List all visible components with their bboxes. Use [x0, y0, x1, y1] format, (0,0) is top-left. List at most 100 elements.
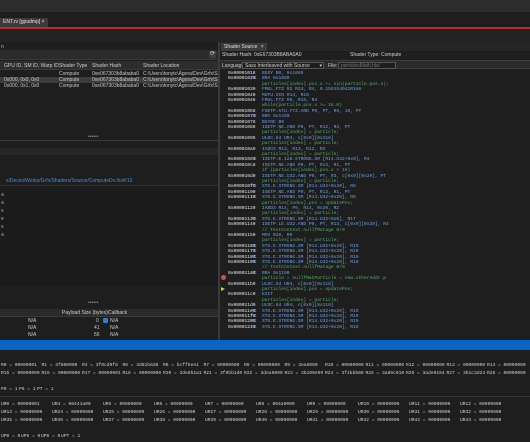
register-value[interactable]: UR8 = 004a0000	[256, 402, 295, 407]
register-value[interactable]: UR9 = 00000000	[307, 402, 346, 407]
register-value[interactable]: UR25 = 00000000	[103, 410, 144, 415]
source-line[interactable]: particles[index] = particle;	[220, 238, 530, 243]
refresh-icon[interactable]: ⟳	[209, 51, 216, 58]
column-header-payload-size[interactable]: Payload Size (bytes)	[62, 310, 108, 316]
register-value[interactable]: UR26 = 00000000	[154, 410, 195, 415]
register-value[interactable]: UR5 = 00000000	[103, 402, 142, 407]
register-value[interactable]: UR32 = 00000000	[460, 410, 501, 415]
register-value[interactable]: R9 = 3ea6000	[285, 363, 318, 368]
register-value[interactable]: R10 = 00000000	[325, 363, 364, 368]
language-select[interactable]: Sass Interleaved with Source ▾	[242, 62, 324, 69]
instruction-line[interactable]: 0x00001020 PC BRA 0x1080	[220, 76, 530, 81]
table-row[interactable]: 0x000, 0x1, 0x0 Compute 0xe067303b8ababa…	[0, 83, 233, 89]
register-value[interactable]: UP6 = 0	[41, 434, 60, 439]
register-value[interactable]: R7 = 00000000	[204, 363, 240, 368]
instruction-line[interactable]: 0x000010d0 ISETP.NE.U32.AND P0, PT, R3, c…	[220, 174, 530, 179]
document-tab[interactable]: ENT.rv [gpudmp] ×	[0, 18, 48, 27]
register-value[interactable]: UR6 = 00000000	[154, 402, 193, 407]
register-value[interactable]: UR11 = 00000000	[409, 402, 450, 407]
register-value[interactable]: UR31 = 00000000	[409, 410, 450, 415]
register-value[interactable]: UR30 = 00000000	[358, 410, 399, 415]
column-header-shader-location[interactable]: Shader Location	[143, 63, 179, 69]
close-icon[interactable]: ×	[261, 44, 264, 50]
source-line[interactable]: particles[index] = particle;	[220, 141, 530, 146]
source-location-link[interactable]: s/DeviceWorks/Grfx/Shaders/Source/Comput…	[6, 178, 132, 184]
register-value[interactable]: UR27 = 00000000	[205, 410, 246, 415]
register-value[interactable]: UR36 = 00000000	[52, 418, 93, 423]
register-value[interactable]: UR24 = 00000000	[52, 410, 93, 415]
instruction-line[interactable]: 0x000010c0 PC ISETP.E.128.STRONG.SM [R14.U…	[220, 157, 530, 162]
source-line[interactable]: // TestContext.nullfMatage 0/0	[220, 265, 530, 270]
instruction-line[interactable]: 0x000011d0 ULDC.64 UR4, c[0x0][0x118]	[220, 303, 530, 308]
register-value[interactable]: UR4 = 00441a00	[52, 402, 91, 407]
register-value[interactable]: UR37 = 00000000	[103, 418, 144, 423]
source-line[interactable]: if (particles[index].pos.x > 16)	[220, 168, 530, 173]
column-header-callback[interactable]: Callback	[108, 310, 127, 316]
register-value[interactable]: R5 = 3d81b6d8	[123, 363, 159, 368]
instruction-line[interactable]: 0x00001210 PC STG.E.STRONG.SM [R14.U32+0x2…	[220, 325, 530, 330]
register-value[interactable]: R14 = 00000000	[487, 363, 526, 368]
register-value[interactable]: R16 = 00000000	[42, 371, 81, 376]
register-value[interactable]: UR44 = 00000000	[460, 418, 501, 423]
register-value[interactable]: UR7 = 00000000	[205, 402, 244, 407]
column-header-ids[interactable]: GPU ID, SM ID, Warp ID	[4, 63, 59, 69]
file-select[interactable]: particlesMath.hlsl	[338, 62, 396, 69]
register-value[interactable]: R27 = 3b1c3d24	[447, 371, 486, 376]
register-value[interactable]: R8 = 00000000	[244, 363, 280, 368]
register-value[interactable]: R28 = 00000000	[487, 371, 526, 376]
instruction-line[interactable]: 0x00001140 ISETP.LE.U32.AND P0, PT, R13, …	[220, 222, 530, 227]
register-value[interactable]: R24 = 3f4bbb08	[325, 371, 364, 376]
tab-shader-source[interactable]: Shader Source ×	[221, 43, 267, 51]
register-value[interactable]: R1 = 3f800000	[42, 363, 78, 368]
instruction-line[interactable]: 0x000010a0 IADD3 R13, R13, R12, RZ	[220, 147, 530, 152]
source-line[interactable]: while(particle.pos.x >= 16.0)	[220, 103, 530, 108]
register-value[interactable]: UR42 = 00000000	[358, 418, 399, 423]
register-value[interactable]: R25 = 3a89c010	[366, 371, 405, 376]
register-value[interactable]: R20 = 3de8b1a1	[163, 371, 202, 376]
register-value[interactable]: R4 = 3f0cd9f8	[82, 363, 118, 368]
source-line[interactable]: particle = nullfMatParticle = new.otherA…	[220, 276, 530, 281]
source-line[interactable]: // TestContext.nullfMatage 0/0	[220, 228, 530, 233]
instruction-line[interactable]: 0x00001040 MUFU.SIN R14, R18	[220, 93, 530, 98]
instruction-line[interactable]: 0x000011c0 EXIT	[220, 292, 530, 297]
register-value[interactable]: R15 = 00000000	[1, 371, 40, 376]
register-value[interactable]: UR40 = 00000000	[256, 418, 297, 423]
register-value[interactable]: UR28 = 00000000	[256, 410, 297, 415]
register-value[interactable]: UR43 = 00000000	[409, 418, 450, 423]
source-line[interactable]: particles[index] = particle;	[220, 130, 530, 135]
register-value[interactable]: R6 = bcff5ee1	[163, 363, 199, 368]
register-value[interactable]: R22 = 3dea0000	[244, 371, 283, 376]
register-value[interactable]: R21 = 3f9bb1d0	[204, 371, 243, 376]
register-value[interactable]: R18 = 00000000	[123, 371, 162, 376]
register-value[interactable]: UR13 = 00000000	[1, 410, 42, 415]
instruction-line[interactable]: 0x00001180 PC STG.E.STRONG.SM [R14.U32+0x2…	[220, 255, 530, 260]
instruction-line[interactable]: 0x00001070 PC BRA 0x1430	[220, 114, 530, 119]
instruction-line[interactable]: 0x000010f0 PC STG.E.STRONG.SM [R14.U32+0x3…	[220, 184, 530, 189]
register-value[interactable]: UPT = 1	[61, 434, 80, 439]
disassembly-view[interactable]: 0x00001018 BSSY B0, 0x1080 0x00001020 PC BRA…	[220, 70, 530, 340]
register-value[interactable]: R23 = 3b100e59	[285, 371, 324, 376]
instruction-line[interactable]: 0x000011b0 ULDC.64 UR4, c[0x0][0x118]	[220, 282, 530, 287]
source-line[interactable]: particles[index].pos = updatePos;	[220, 201, 530, 206]
register-value[interactable]: UR39 = 00000000	[205, 418, 246, 423]
register-value[interactable]: R11 = 00000000	[366, 363, 405, 368]
instruction-line[interactable]: 0x00001200 PC STG.E.STRONG.SM [R14.U32+0x2…	[220, 319, 530, 324]
splitter-grip[interactable]: ••••••	[88, 300, 99, 306]
instruction-line[interactable]: 0x00001030 FMUL.FTZ R2 R24, R4, 0.1591549…	[220, 87, 530, 92]
instruction-line[interactable]: 0x00001110 PC STG.E.STRONG.SM [R14.U32+0x2…	[220, 195, 530, 200]
register-value[interactable]: UR38 = 00000000	[154, 418, 195, 423]
register-value[interactable]: P0 = 1	[1, 387, 18, 392]
register-value[interactable]: R26 = 3ade0184	[406, 371, 445, 376]
register-value[interactable]: UR12 = 00000000	[460, 402, 501, 407]
register-value[interactable]: UR0 = 00000001	[1, 402, 40, 407]
register-value[interactable]: R17 = 00000001	[82, 371, 121, 376]
instruction-line[interactable]: 0x00001170 PC STG.E.STRONG.SM [R14.U32+0x2…	[220, 249, 530, 254]
instruction-line[interactable]: 0x000011e0 PC STG.E.STRONG.SM [R14.U32+0x2…	[220, 309, 530, 314]
breakpoint-icon[interactable]	[221, 275, 226, 280]
column-header-shader-type[interactable]: Shader Type	[59, 63, 87, 69]
register-value[interactable]: R13 = 00000000	[447, 363, 486, 368]
register-value[interactable]: UR35 = 00000000	[1, 418, 42, 423]
register-value[interactable]: PT = 1	[37, 387, 54, 392]
register-value[interactable]: R0 = 00000001	[1, 363, 37, 368]
register-value[interactable]: UP0 = 0	[1, 434, 20, 439]
